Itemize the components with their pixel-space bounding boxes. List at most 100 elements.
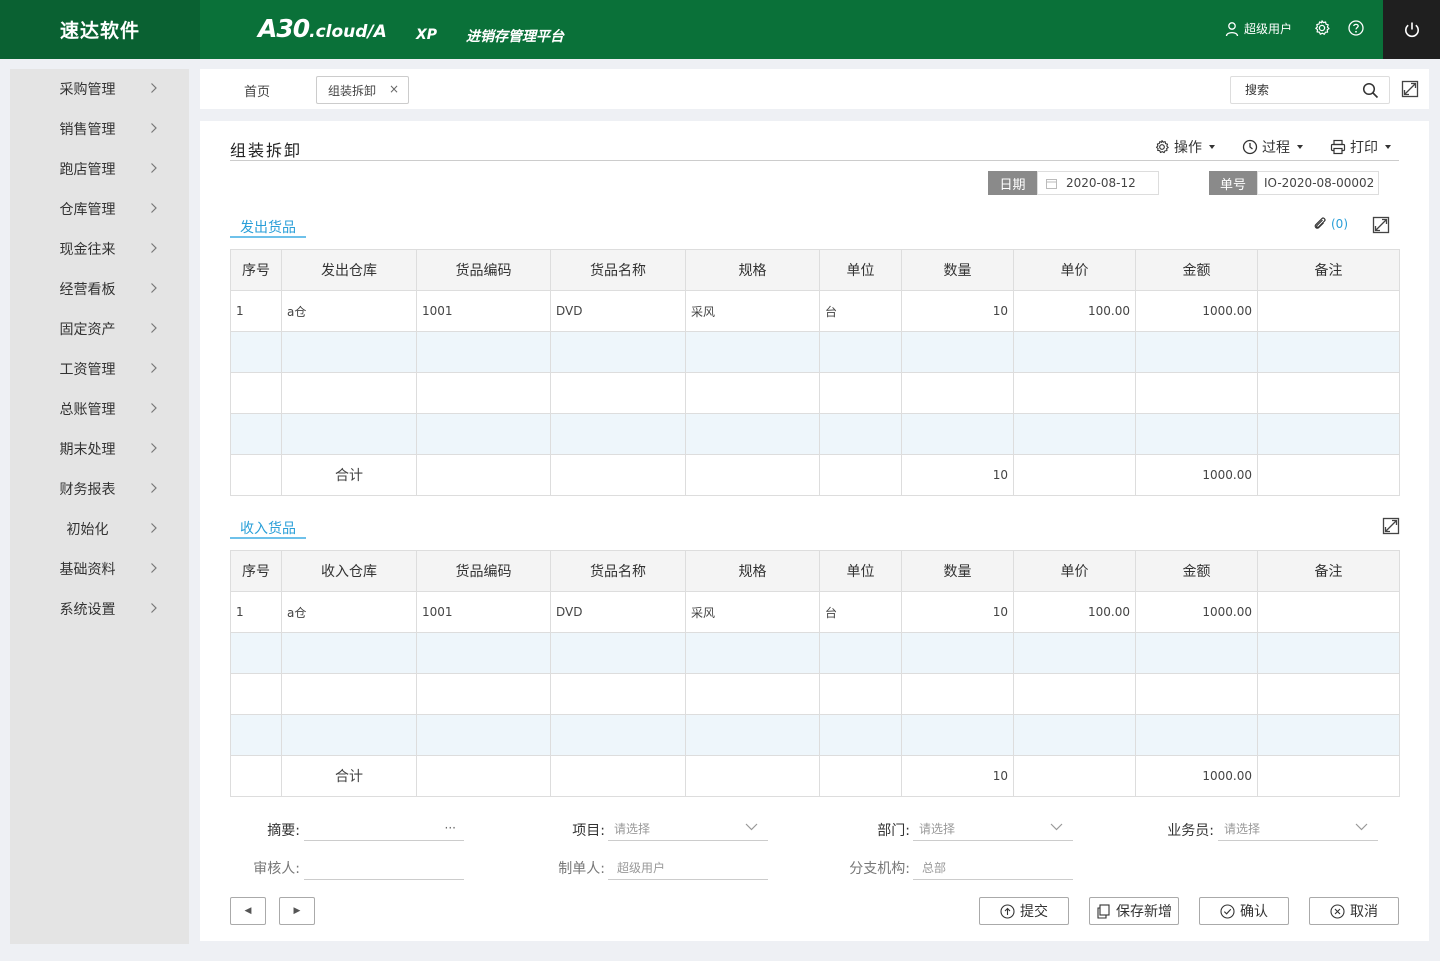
table-cell[interactable] (901, 632, 1014, 674)
column-header[interactable]: 金额 (1135, 249, 1258, 291)
sidebar-item[interactable]: 总账管理 (10, 389, 189, 429)
table-cell[interactable]: 100.00 (1013, 591, 1136, 633)
column-header[interactable]: 备注 (1257, 550, 1400, 592)
column-header[interactable]: 数量 (901, 550, 1014, 592)
table-cell[interactable]: 台 (819, 290, 902, 332)
table-cell[interactable] (1013, 413, 1136, 455)
table-cell[interactable] (1135, 372, 1258, 414)
table-cell[interactable] (901, 673, 1014, 715)
table-cell[interactable] (1135, 632, 1258, 674)
table-cell[interactable] (819, 673, 902, 715)
dept-select[interactable]: 请选择 (913, 817, 1073, 841)
next-record-button[interactable]: ▶ (279, 897, 315, 925)
more-icon[interactable]: ··· (445, 821, 456, 835)
help-icon[interactable] (1347, 19, 1365, 37)
column-header[interactable]: 数量 (901, 249, 1014, 291)
table-cell[interactable] (819, 372, 902, 414)
save-new-button[interactable]: 保存新增 (1089, 897, 1179, 925)
table-cell[interactable] (1135, 673, 1258, 715)
table-cell[interactable] (230, 413, 282, 455)
table-cell[interactable] (230, 372, 282, 414)
table-cell[interactable]: 1001 (416, 290, 551, 332)
table-cell[interactable] (1257, 290, 1400, 332)
table-cell[interactable] (1013, 632, 1136, 674)
table-cell[interactable] (1257, 673, 1400, 715)
table-cell[interactable] (416, 714, 551, 756)
table-cell[interactable]: 1000.00 (1135, 290, 1258, 332)
column-header[interactable]: 单位 (819, 550, 902, 592)
table-cell[interactable] (416, 372, 551, 414)
column-header[interactable]: 规格 (685, 249, 820, 291)
table-cell[interactable] (281, 372, 417, 414)
table-cell[interactable]: a仓 (281, 591, 417, 633)
print-menu-button[interactable]: 打印 (1330, 137, 1391, 157)
table-cell[interactable] (550, 331, 686, 373)
table-cell[interactable]: 1001 (416, 591, 551, 633)
table-row[interactable] (230, 714, 1400, 756)
in-goods-tab[interactable]: 收入货品 (230, 518, 306, 539)
user-menu[interactable]: 超级用户 (1224, 20, 1292, 37)
cancel-button[interactable]: 取消 (1309, 897, 1399, 925)
confirm-button[interactable]: 确认 (1199, 897, 1289, 925)
sidebar-item[interactable]: 销售管理 (10, 109, 189, 149)
table-cell[interactable]: 采风 (685, 591, 820, 633)
table-cell[interactable] (901, 331, 1014, 373)
close-icon[interactable]: × (389, 82, 399, 96)
table-cell[interactable]: 采风 (685, 290, 820, 332)
table-cell[interactable] (230, 673, 282, 715)
table-cell[interactable]: 10 (901, 290, 1014, 332)
search-input[interactable] (1245, 77, 1365, 103)
sidebar-item[interactable]: 基础资料 (10, 549, 189, 589)
sidebar-item[interactable]: 固定资产 (10, 309, 189, 349)
table-cell[interactable] (1257, 413, 1400, 455)
sidebar-item[interactable]: 期末处理 (10, 429, 189, 469)
table-cell[interactable]: 1000.00 (1135, 591, 1258, 633)
table-cell[interactable] (281, 632, 417, 674)
table-cell[interactable] (230, 331, 282, 373)
table-cell[interactable] (1135, 331, 1258, 373)
table-cell[interactable] (1013, 331, 1136, 373)
table-cell[interactable] (281, 413, 417, 455)
table-cell[interactable] (685, 413, 820, 455)
sidebar-item[interactable]: 工资管理 (10, 349, 189, 389)
sidebar-item[interactable]: 现金往来 (10, 229, 189, 269)
column-header[interactable]: 发出仓库 (281, 249, 417, 291)
table-cell[interactable]: 10 (901, 591, 1014, 633)
table-cell[interactable] (230, 632, 282, 674)
search-icon[interactable] (1362, 82, 1379, 99)
table-cell[interactable]: 台 (819, 591, 902, 633)
fullscreen-icon[interactable] (1401, 80, 1419, 98)
table-cell[interactable] (1257, 331, 1400, 373)
table-cell[interactable]: a仓 (281, 290, 417, 332)
table-row[interactable] (230, 372, 1400, 414)
out-goods-tab[interactable]: 发出货品 (230, 217, 306, 238)
table-cell[interactable]: DVD (550, 290, 686, 332)
table-cell[interactable] (281, 714, 417, 756)
column-header[interactable]: 货品编码 (416, 249, 551, 291)
table-cell[interactable] (550, 632, 686, 674)
table-cell[interactable] (1013, 372, 1136, 414)
table-cell[interactable] (416, 413, 551, 455)
table-cell[interactable] (685, 632, 820, 674)
prev-record-button[interactable]: ◀ (230, 897, 266, 925)
sidebar-item[interactable]: 财务报表 (10, 469, 189, 509)
sidebar-item[interactable]: 初始化 (10, 509, 189, 549)
table-row[interactable] (230, 673, 1400, 715)
table-cell[interactable] (550, 413, 686, 455)
attachment-button[interactable]: (0) (1312, 216, 1348, 232)
column-header[interactable]: 收入仓库 (281, 550, 417, 592)
table-cell[interactable]: 100.00 (1013, 290, 1136, 332)
column-header[interactable]: 规格 (685, 550, 820, 592)
table-cell[interactable] (416, 331, 551, 373)
table-cell[interactable] (901, 413, 1014, 455)
table-cell[interactable] (1135, 413, 1258, 455)
submit-button[interactable]: 提交 (979, 897, 1069, 925)
table-cell[interactable] (1135, 714, 1258, 756)
sidebar-item[interactable]: 采购管理 (10, 69, 189, 109)
table-cell[interactable] (1013, 673, 1136, 715)
table-cell[interactable] (685, 673, 820, 715)
table-cell[interactable] (685, 331, 820, 373)
sidebar-item[interactable]: 仓库管理 (10, 189, 189, 229)
table-cell[interactable] (281, 331, 417, 373)
sidebar-item[interactable]: 经营看板 (10, 269, 189, 309)
